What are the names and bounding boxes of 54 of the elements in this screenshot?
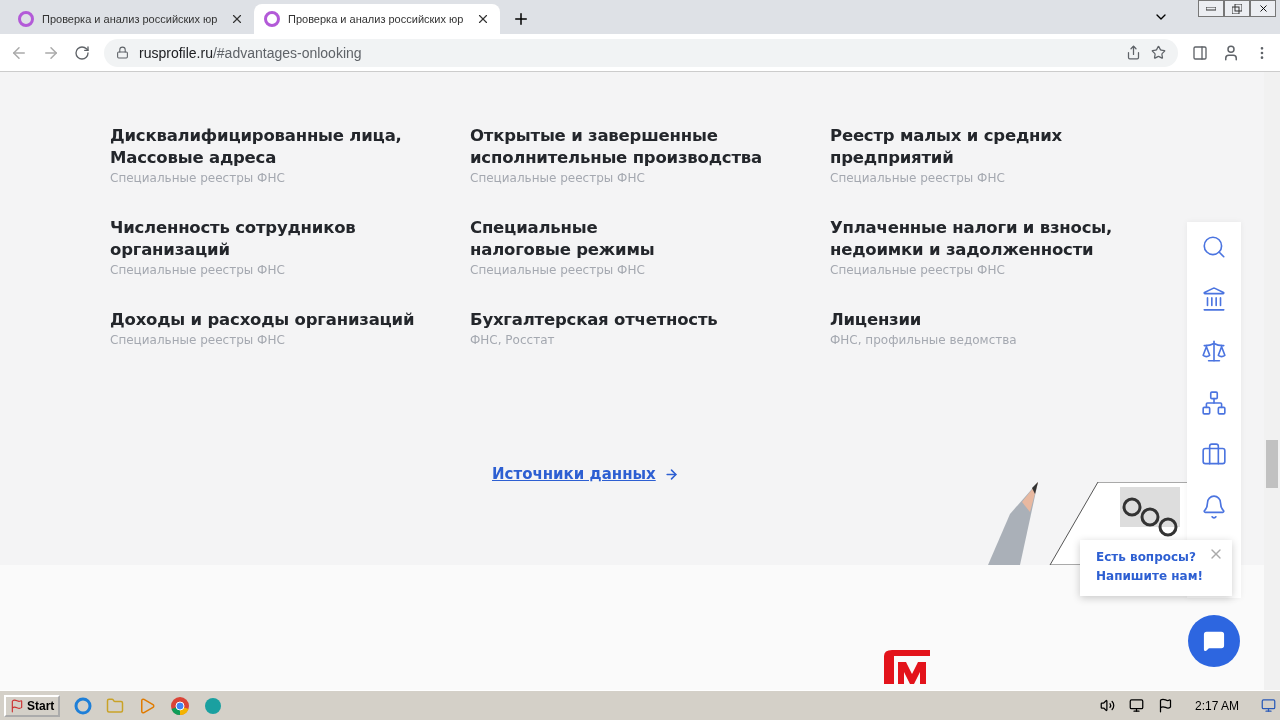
flag-icon[interactable] — [1157, 698, 1173, 713]
close-button[interactable] — [1250, 0, 1276, 17]
source-caption: Специальные реестры ФНС — [830, 262, 1005, 279]
profile-icon[interactable] — [1222, 43, 1240, 62]
side-panel-icon[interactable] — [1192, 44, 1208, 61]
desktop-icon[interactable] — [1261, 698, 1276, 713]
reload-icon[interactable] — [74, 44, 90, 61]
sources-link[interactable]: Источники данных — [492, 465, 656, 483]
star-icon[interactable] — [1151, 45, 1166, 60]
source-caption: ФНС, профильные ведомства — [830, 332, 1017, 349]
source-title: Дисквалифицированные лица, Массовые адреса — [110, 125, 402, 169]
source-caption: ФНС, Росстат — [470, 332, 555, 349]
chrome-icon[interactable] — [170, 695, 191, 716]
source-title: Открытые и завершенные исполнительные производства — [470, 125, 762, 169]
popup-text: Есть вопросы? — [1096, 549, 1197, 566]
share-icon[interactable] — [1126, 45, 1141, 60]
volume-icon[interactable] — [1099, 698, 1115, 713]
source-caption: Специальные реестры ФНС — [470, 170, 645, 187]
close-icon[interactable] — [230, 12, 244, 26]
source-title: Бухгалтерская отчетность — [470, 309, 718, 331]
source-title: Реестр малых и средних предприятий — [830, 125, 1062, 169]
bell-icon[interactable] — [1201, 494, 1227, 520]
scales-icon[interactable] — [1201, 338, 1227, 364]
site-icon — [18, 11, 34, 27]
close-icon — [1257, 3, 1269, 14]
source-caption: Специальные реестры ФНС — [110, 332, 285, 349]
source-caption: Специальные реестры ФНС — [830, 170, 1005, 187]
arrow-icon — [663, 466, 679, 482]
close-icon[interactable] — [476, 12, 490, 26]
source-caption: Специальные реестры ФНС — [110, 262, 285, 279]
browser-tab[interactable]: Проверка и анализ российских юр — [8, 4, 254, 34]
source-caption: Специальные реестры ФНС — [470, 262, 645, 279]
new-tab-icon[interactable] — [512, 10, 530, 28]
lock-icon — [116, 46, 129, 59]
minimize-button[interactable] — [1198, 0, 1224, 17]
popup-text: Напишите нам! — [1096, 568, 1204, 585]
logo-icon — [884, 650, 932, 684]
scrollbar[interactable] — [1264, 72, 1280, 690]
chat-icon — [1203, 630, 1225, 652]
minimize-icon — [1206, 6, 1216, 11]
source-caption: Специальные реестры ФНС — [110, 170, 285, 187]
start-button[interactable]: Start — [4, 694, 61, 717]
clock: 2:17 AM — [1194, 698, 1239, 713]
search-icon[interactable] — [1201, 234, 1227, 260]
source-title: Лицензии — [830, 309, 922, 331]
source-title: Уплаченные налоги и взносы, недоимки и задолженности — [830, 217, 1113, 261]
browser-tab[interactable]: Проверка и анализ российских юр — [254, 4, 500, 34]
address-bar[interactable]: rusprofile.ru/#advantages-onlooking — [104, 38, 1178, 67]
restore-icon — [1232, 3, 1242, 14]
restore-button[interactable] — [1224, 0, 1250, 17]
source-title: Доходы и расходы организаций — [110, 309, 415, 331]
source-title: Численность сотрудников организаций — [110, 217, 356, 261]
site-icon — [264, 11, 280, 27]
source-title: Специальные налоговые режимы — [470, 217, 655, 261]
